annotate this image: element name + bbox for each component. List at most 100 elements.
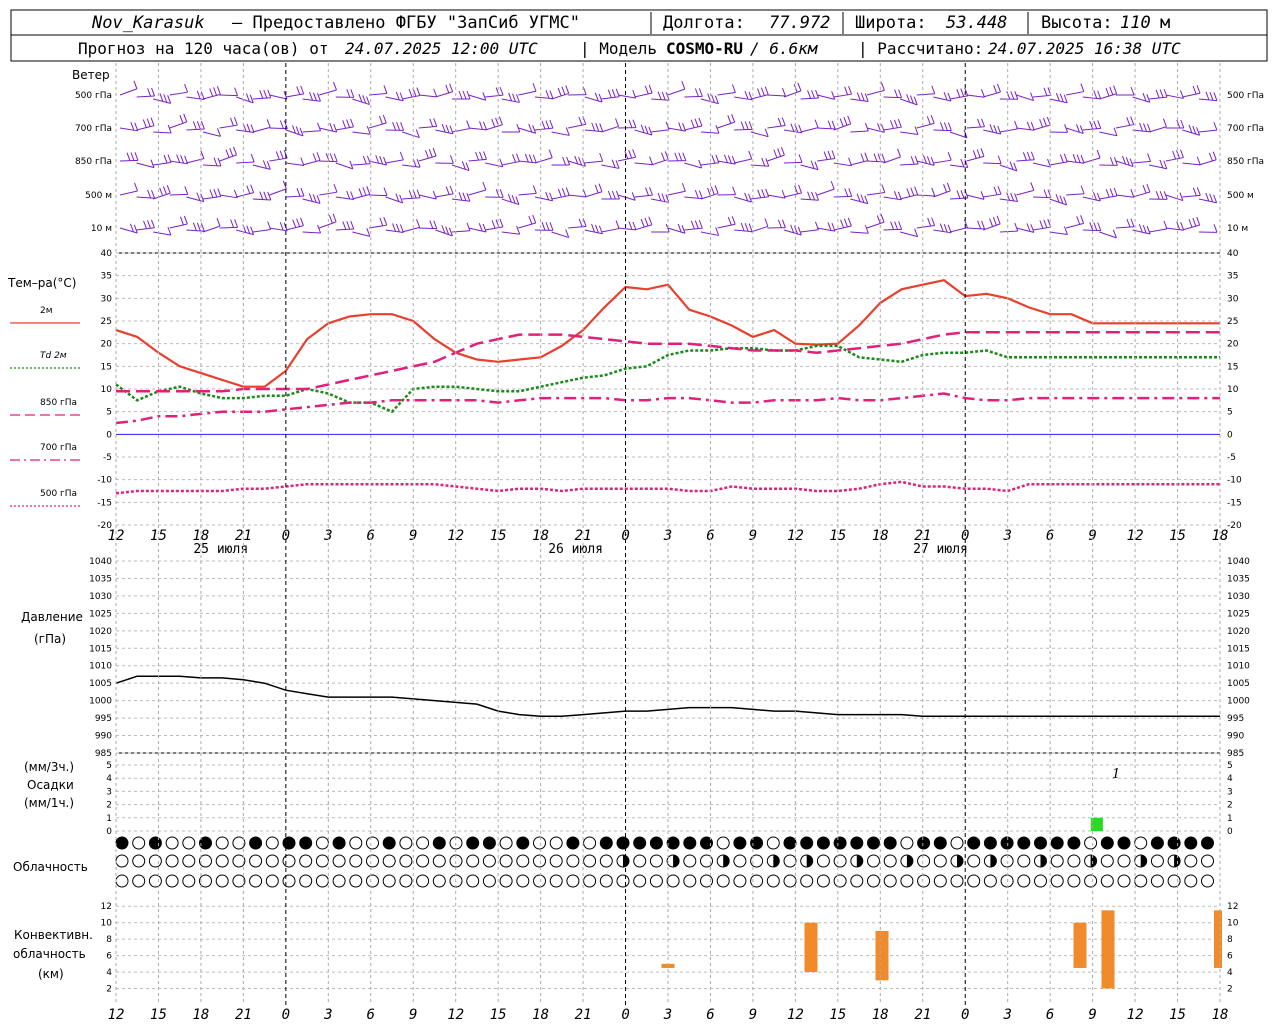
wind-barb — [933, 182, 951, 198]
cloud-symbol — [1117, 854, 1131, 868]
cloud-symbol — [883, 874, 897, 888]
cloud-symbol — [299, 874, 313, 888]
wind-barb — [883, 119, 902, 131]
wind-barb — [684, 219, 703, 231]
cloud-symbol — [566, 874, 580, 888]
precip-tick: 0 — [1227, 827, 1233, 837]
wind-barb — [402, 129, 420, 139]
cloud-symbol — [900, 874, 914, 888]
cloud-symbol — [366, 836, 379, 850]
temp-tick: 0 — [1227, 430, 1233, 440]
cloud-symbol — [466, 836, 480, 850]
wind-barb — [252, 191, 272, 201]
calc-prefix: | Рассчитано: — [858, 39, 983, 58]
wind-barb — [916, 115, 935, 129]
cloud-symbol — [132, 874, 146, 888]
conv-tick: 2 — [1227, 985, 1233, 995]
cloud-symbol — [182, 836, 196, 850]
wind-barb — [1099, 127, 1118, 137]
temp-title: Тем–ра(°С) — [7, 276, 76, 290]
wind-barb — [1016, 182, 1035, 196]
wind-barb — [900, 126, 919, 136]
pressure-tick: 1010 — [89, 662, 112, 672]
pressure-tick: 1030 — [89, 592, 112, 602]
wind-barb — [783, 154, 803, 164]
wind-barb — [418, 88, 438, 98]
cloud-symbol — [1201, 874, 1214, 888]
cloud-symbol — [399, 874, 413, 888]
wind-barb — [866, 153, 886, 163]
wind-barb — [518, 214, 537, 229]
wind-barb — [584, 223, 603, 235]
wind-barb — [767, 87, 786, 97]
pressure-tick: 1020 — [89, 627, 112, 637]
wind-barb — [269, 180, 287, 196]
wind-barb — [817, 150, 836, 162]
precip-unit1: (мм/1ч.) — [24, 796, 74, 810]
pressure-tick: 985 — [1227, 749, 1244, 759]
wind-barb — [1149, 159, 1168, 170]
x-tick: 12 — [787, 528, 804, 544]
cloud-symbol — [1167, 874, 1181, 888]
wind-barb — [236, 224, 255, 236]
wind-barb — [734, 222, 753, 233]
wind-barb — [352, 126, 371, 135]
wind-barb — [1182, 124, 1201, 136]
wind-barb — [850, 122, 869, 133]
cloud-symbol — [132, 836, 146, 850]
wind-barb — [833, 188, 853, 198]
wind-barb — [584, 92, 603, 103]
wind-barb — [850, 225, 869, 234]
wind-barb — [252, 160, 271, 170]
cloud-symbol — [666, 836, 680, 850]
wind-barb — [302, 152, 321, 166]
wind-barb — [202, 86, 221, 100]
cloud-symbol — [917, 874, 931, 888]
wind-level-label: 850 гПа — [75, 157, 112, 167]
cloud-symbol — [800, 874, 814, 888]
cloud-symbol — [499, 836, 513, 850]
forecast-prefix: Прогноз на 120 часа(ов) от — [78, 39, 328, 58]
wind-barb — [1165, 149, 1184, 162]
pressure-tick: 1000 — [89, 697, 112, 707]
wind-barb — [352, 228, 371, 237]
conv-tick: 6 — [1227, 952, 1233, 962]
wind-barb — [1016, 151, 1035, 162]
x-tick: 6 — [367, 1007, 375, 1023]
model-prefix: | Модель — [580, 39, 657, 58]
cloud-symbol — [666, 854, 680, 868]
wind-barb — [1032, 158, 1052, 168]
cloud-symbol — [1201, 836, 1214, 850]
cloud-symbol — [733, 874, 747, 888]
wind-barb — [1032, 189, 1052, 199]
wind-barb — [966, 220, 986, 230]
cloud-symbol — [616, 836, 630, 850]
wind-barb — [153, 184, 171, 200]
wind-barb — [468, 92, 487, 101]
cloud-symbol — [633, 836, 647, 850]
pressure-tick: 1015 — [89, 644, 112, 654]
wind-barb — [169, 186, 189, 196]
x-tick: 9 — [749, 528, 757, 544]
temp-tick: 30 — [1227, 294, 1239, 304]
wind-barb — [385, 223, 404, 234]
cloud-symbol — [1034, 874, 1047, 888]
wind-barb — [252, 221, 272, 233]
wind-barb — [451, 120, 471, 133]
wind-barb — [319, 213, 337, 229]
cloud-symbol — [883, 836, 897, 850]
cloud-symbol — [432, 836, 446, 850]
pressure-tick: 985 — [95, 749, 112, 759]
wind-barb — [269, 150, 288, 162]
wind-barb — [999, 90, 1019, 100]
temp-tick: -5 — [1227, 453, 1236, 463]
cloud-symbol — [716, 874, 730, 888]
cloud-symbol — [533, 854, 546, 868]
wind-barb — [368, 155, 388, 166]
wind-barb — [900, 155, 919, 166]
wind-barb — [734, 192, 752, 203]
x-tick: 12 — [447, 1007, 464, 1023]
wind-barb — [601, 190, 620, 200]
cloud-symbol — [583, 854, 597, 868]
wind-barb — [1066, 154, 1085, 164]
